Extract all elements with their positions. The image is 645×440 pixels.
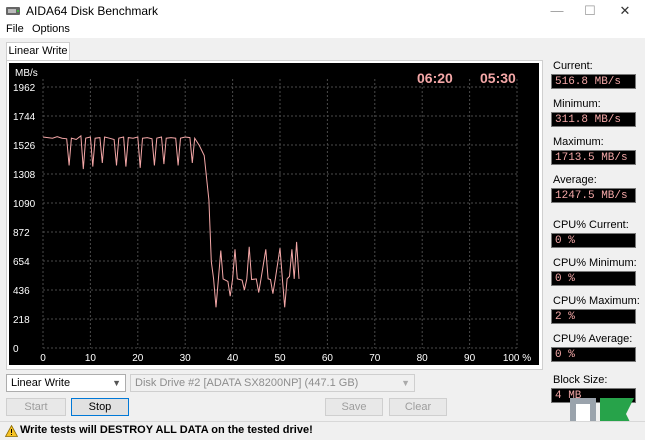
stat-value: 2 %: [551, 309, 636, 324]
y-unit-label: MB/s: [15, 68, 38, 79]
chart-svg: MB/s1962174415261308109087265443621800 10…: [13, 68, 531, 364]
menu-file[interactable]: File: [6, 23, 24, 35]
stat-label: CPU% Maximum:: [553, 295, 640, 307]
stat-value: 311.8 MB/s: [551, 112, 636, 127]
stat-label: Current:: [553, 60, 593, 72]
x-tick-label: 90: [464, 353, 476, 364]
stat-label: Minimum:: [553, 98, 601, 110]
y-tick-label: 1744: [13, 112, 36, 123]
y-tick-label: 218: [13, 315, 30, 326]
title-bar: AIDA64 Disk Benchmark — ☐ ✕: [0, 0, 645, 22]
x-tick-label: 70: [369, 353, 381, 364]
window-title: AIDA64 Disk Benchmark: [26, 4, 159, 18]
stat-value: 1713.5 MB/s: [551, 150, 636, 165]
y-tick-label: 1526: [13, 141, 36, 152]
stat-value: 0 %: [551, 233, 636, 248]
menu-bar: File Options: [0, 22, 645, 38]
warning-text: Write tests will DESTROY ALL DATA on the…: [20, 424, 313, 436]
tab-linear-write[interactable]: Linear Write: [6, 42, 70, 61]
drive-select[interactable]: Disk Drive #2 [ADATA SX8200NP] (447.1 GB…: [130, 374, 415, 392]
stat-value: 0 %: [551, 347, 636, 362]
maximize-button[interactable]: ☐: [575, 0, 605, 22]
series-line: [42, 134, 300, 308]
stop-button[interactable]: Stop: [71, 398, 129, 416]
chevron-down-icon: ▼: [401, 378, 410, 388]
stat-label: CPU% Average:: [553, 333, 633, 345]
x-tick-label: 10: [85, 353, 97, 364]
remaining-time: 05:30: [480, 70, 516, 86]
stat-label: CPU% Minimum:: [553, 257, 637, 269]
y-tick-label: 872: [13, 228, 30, 239]
start-button[interactable]: Start: [6, 398, 66, 416]
stat-label: Maximum:: [553, 136, 604, 148]
stat-label: Block Size:: [553, 374, 608, 386]
x-tick-label: 20: [132, 353, 144, 364]
elapsed-time: 06:20: [417, 70, 453, 86]
x-tick-label: 50: [274, 353, 286, 364]
app-icon: [6, 7, 20, 15]
stat-label: Average:: [553, 174, 597, 186]
menu-options[interactable]: Options: [32, 23, 70, 35]
benchmark-chart: MB/s 1962 1744 1526 1308 1090 872 654 436 218 0 0 10…: [9, 63, 539, 365]
y-tick-label: 654: [13, 257, 30, 268]
close-button[interactable]: ✕: [610, 0, 640, 22]
minimize-button[interactable]: —: [542, 0, 572, 22]
x-tick-label: 60: [322, 353, 334, 364]
y-tick-label: 1962: [13, 83, 36, 94]
test-type-select[interactable]: Linear Write ▼: [6, 374, 126, 392]
x-tick-label: 0: [40, 353, 46, 364]
stat-value: 0 %: [551, 271, 636, 286]
x-tick-label: 100 %: [503, 353, 531, 364]
stat-label: CPU% Current:: [553, 219, 629, 231]
x-tick-label: 30: [180, 353, 192, 364]
save-button[interactable]: Save: [325, 398, 383, 416]
chevron-down-icon: ▼: [112, 378, 121, 388]
status-bar: Write tests will DESTROY ALL DATA on the…: [0, 421, 645, 440]
warning-icon: [5, 425, 18, 437]
y-tick-label: 1090: [13, 199, 36, 210]
y-tick-label: 436: [13, 286, 30, 297]
clear-button[interactable]: Clear: [389, 398, 447, 416]
drive-select-value: Disk Drive #2 [ADATA SX8200NP] (447.1 GB…: [135, 377, 359, 389]
test-type-value: Linear Write: [11, 377, 71, 389]
x-tick-label: 80: [417, 353, 429, 364]
x-tick-label: 40: [227, 353, 239, 364]
stat-value: 1247.5 MB/s: [551, 188, 636, 203]
y-tick-label: 1308: [13, 170, 36, 181]
stat-value: 516.8 MB/s: [551, 74, 636, 89]
y-tick-label: 0: [13, 344, 19, 355]
